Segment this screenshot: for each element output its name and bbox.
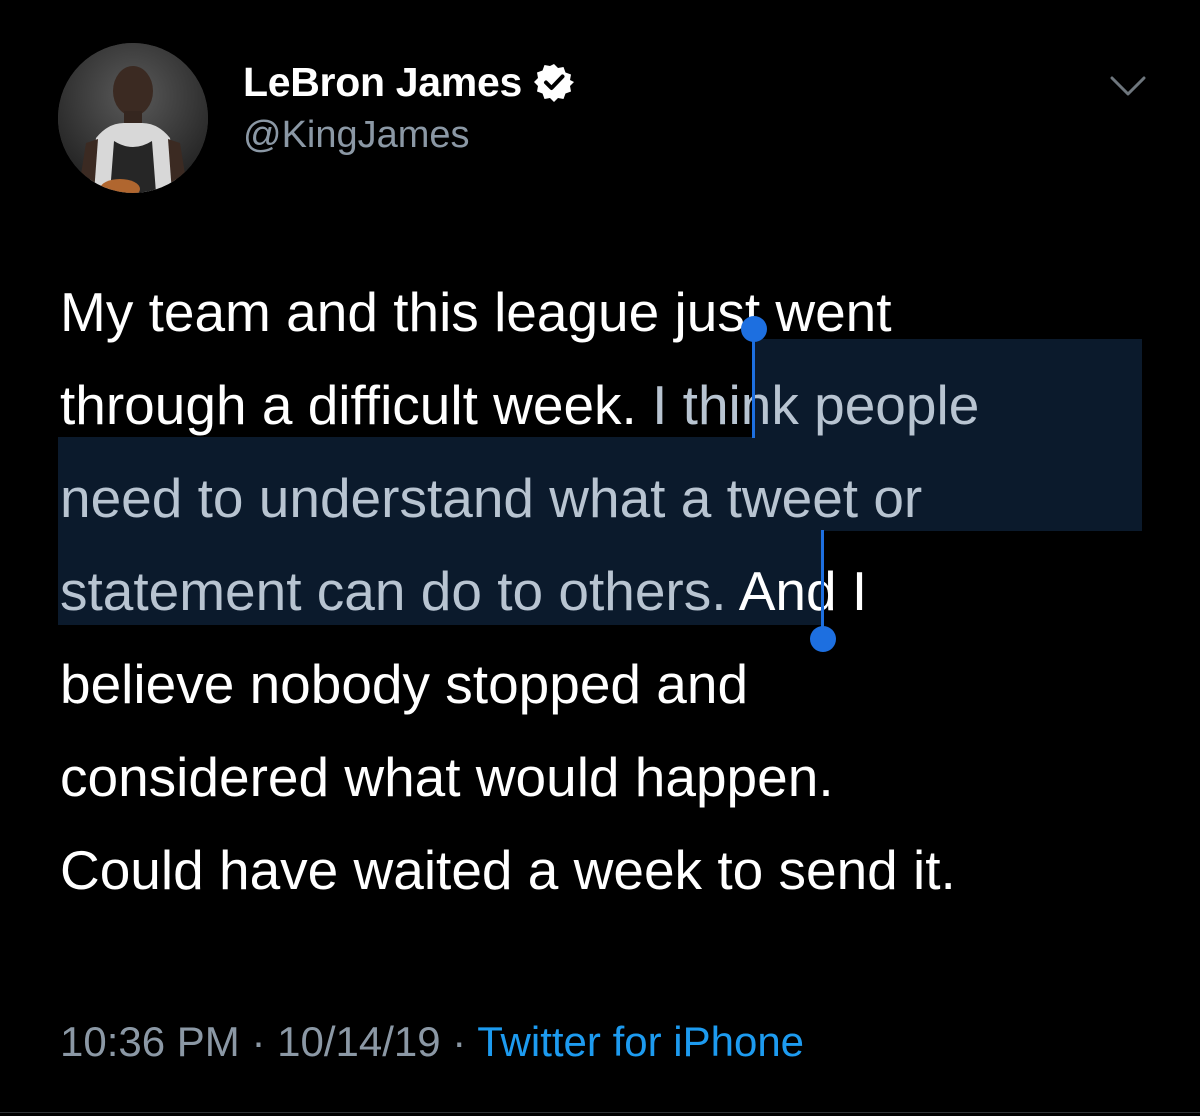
verified-badge-icon — [533, 64, 574, 102]
selection-end-handle[interactable] — [810, 626, 836, 652]
tweet-text: believe nobody stopped and — [60, 653, 749, 715]
author-display-name[interactable]: LeBron James — [243, 59, 522, 106]
author-avatar[interactable] — [58, 43, 208, 193]
author-handle[interactable]: @KingJames — [243, 114, 470, 157]
selected-text: I think people — [652, 374, 980, 436]
avatar-photo-icon — [58, 43, 208, 193]
tweet-line-3: need to understand what a tweet or — [60, 452, 922, 545]
selected-text: need to understand what a tweet or — [60, 467, 923, 529]
selection-start-handle-bar[interactable] — [752, 330, 755, 438]
tweet-time: 10:36 PM — [60, 1018, 240, 1065]
tweet-line-5: believe nobody stopped and — [60, 638, 748, 731]
tweet-text: considered what would happen. — [60, 746, 834, 808]
selection-end-handle-bar[interactable] — [821, 530, 824, 638]
tweet-line-6: considered what would happen. — [60, 731, 834, 824]
tweet-text: through a difficult week. — [60, 374, 653, 436]
tweet-card: LeBron James @KingJames My team and this… — [0, 0, 1200, 1116]
selected-text: statement can do to others. — [60, 560, 727, 622]
tweet-text: Could have waited a week to send it. — [60, 839, 956, 901]
divider — [0, 1112, 1200, 1113]
tweet-source-link[interactable]: Twitter for iPhone — [477, 1018, 804, 1065]
tweet-line-7: Could have waited a week to send it. — [60, 824, 956, 917]
tweet-line-2: through a difficult week. I think people — [60, 359, 979, 452]
tweet-text: And I — [726, 560, 868, 622]
chevron-down-icon[interactable] — [1108, 72, 1148, 100]
tweet-meta: 10:36 PM · 10/14/19 · Twitter for iPhone — [60, 1018, 804, 1066]
tweet-text: My team and this league just went — [60, 281, 892, 343]
meta-separator: · — [452, 1018, 467, 1065]
meta-separator: · — [251, 1018, 266, 1065]
selection-start-handle[interactable] — [741, 316, 767, 342]
tweet-line-1: My team and this league just went — [60, 266, 892, 359]
author-name-row: LeBron James — [243, 58, 574, 106]
tweet-line-4: statement can do to others. And I — [60, 545, 867, 638]
tweet-date: 10/14/19 — [277, 1018, 441, 1065]
